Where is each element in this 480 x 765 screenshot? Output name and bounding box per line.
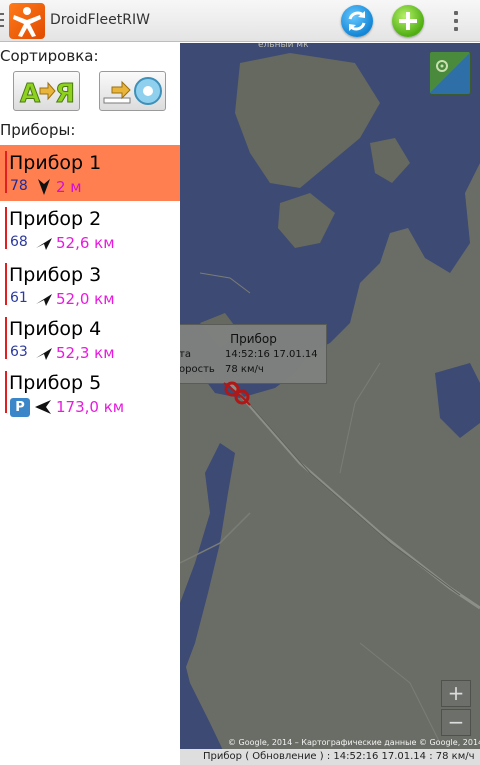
direction-arrow-icon [36, 238, 52, 250]
menu-indicator-icon[interactable] [0, 13, 4, 29]
popup-row-value: 14:52:16 17.01.14 [225, 349, 318, 360]
overflow-dot [454, 19, 458, 23]
add-icon [399, 12, 417, 30]
device-name: Прибор 2 [9, 208, 102, 230]
device-speed: 61 [10, 290, 28, 306]
sort-alphabetical-icon: A Я [20, 79, 76, 110]
device-distance: 173,0 км [56, 398, 125, 416]
zoom-out-button[interactable]: − [441, 709, 471, 736]
popup-title: Прибор [230, 332, 277, 346]
sort-alphabetical-button[interactable]: A Я [13, 71, 80, 111]
popup-row-key: та [180, 349, 191, 360]
map-place-label: ельный мк [258, 43, 309, 50]
direction-arrow-icon [35, 400, 51, 414]
map-layers-icon [436, 60, 448, 72]
device-row-2[interactable]: Прибор 2 68 52,6 км [0, 201, 180, 257]
device-indicator-bar [5, 317, 7, 359]
popup-row-value: 78 км/ч [225, 364, 264, 375]
sort-by-distance-icon [103, 77, 162, 105]
overflow-menu-button[interactable] [445, 8, 467, 34]
app-root: DroidFleetRIW Сортировка: A Я Приборы: П… [0, 0, 480, 765]
map-layers-button[interactable] [429, 51, 471, 95]
device-indicator-bar [5, 263, 7, 305]
device-row-1[interactable]: Прибор 1 78 2 м [0, 145, 180, 201]
status-device-name: Прибор [203, 751, 242, 762]
device-distance: 2 м [56, 178, 82, 196]
refresh-button[interactable] [341, 5, 373, 37]
overflow-dot [454, 27, 458, 31]
device-name: Прибор 4 [9, 318, 102, 340]
svg-text:Я: Я [55, 79, 75, 109]
map-view[interactable]: ельный мк Прибор та 14:52:16 17.01.14 ор… [180, 43, 480, 765]
map-status-bar: Прибор ( Обновление ) : 14:52:16 17.01.1… [180, 749, 480, 765]
device-indicator-bar [5, 207, 7, 249]
device-name: Прибор 5 [9, 372, 102, 394]
svg-text:A: A [20, 79, 40, 109]
device-row-5[interactable]: Прибор 5 P 173,0 км [0, 365, 180, 421]
direction-arrow-icon [38, 179, 50, 195]
device-name: Прибор 1 [9, 152, 102, 174]
device-row-4[interactable]: Прибор 4 63 52,3 км [0, 311, 180, 367]
device-row-3[interactable]: Прибор 3 61 52,0 км [0, 257, 180, 313]
app-title: DroidFleetRIW [50, 12, 150, 28]
action-bar: DroidFleetRIW [0, 0, 480, 42]
sort-label: Сортировка: [0, 47, 99, 65]
device-indicator-bar [5, 371, 7, 413]
overflow-menu-icon [454, 11, 458, 15]
device-indicator-bar [5, 151, 7, 193]
device-distance: 52,0 км [56, 290, 115, 308]
parking-icon: P [10, 398, 30, 417]
device-distance: 52,6 км [56, 234, 115, 252]
devices-label: Приборы: [0, 121, 76, 139]
sort-by-distance-button[interactable] [99, 71, 166, 111]
status-mode: ( Обновление ) [245, 751, 324, 762]
app-logo[interactable] [9, 3, 45, 39]
status-details: : 14:52:16 17.01.14 : 78 км/ч [326, 751, 475, 762]
popup-row-key: орость [180, 364, 215, 375]
direction-arrow-icon [36, 294, 52, 306]
direction-arrow-icon [36, 348, 52, 360]
device-sidebar: Сортировка: A Я Приборы: Прибор 1 78 2 м… [0, 43, 180, 765]
add-device-button[interactable] [392, 5, 424, 37]
device-speed: 68 [10, 234, 28, 250]
map-attribution: © Google, 2014 – Картографические данные… [228, 738, 480, 747]
zoom-in-button[interactable]: + [441, 680, 471, 707]
device-location-marker-icon[interactable] [220, 379, 256, 409]
status-text: Прибор ( Обновление ) : 14:52:16 17.01.1… [203, 751, 475, 762]
device-name: Прибор 3 [9, 264, 102, 286]
device-distance: 52,3 км [56, 344, 115, 362]
device-speed: 63 [10, 344, 28, 360]
popup-row: орость 78 км/ч [180, 364, 328, 378]
popup-row: та 14:52:16 17.01.14 [180, 349, 328, 363]
refresh-icon [348, 11, 366, 31]
device-speed: 78 [10, 178, 28, 194]
device-info-popup[interactable]: Прибор та 14:52:16 17.01.14 орость 78 км… [180, 324, 327, 384]
